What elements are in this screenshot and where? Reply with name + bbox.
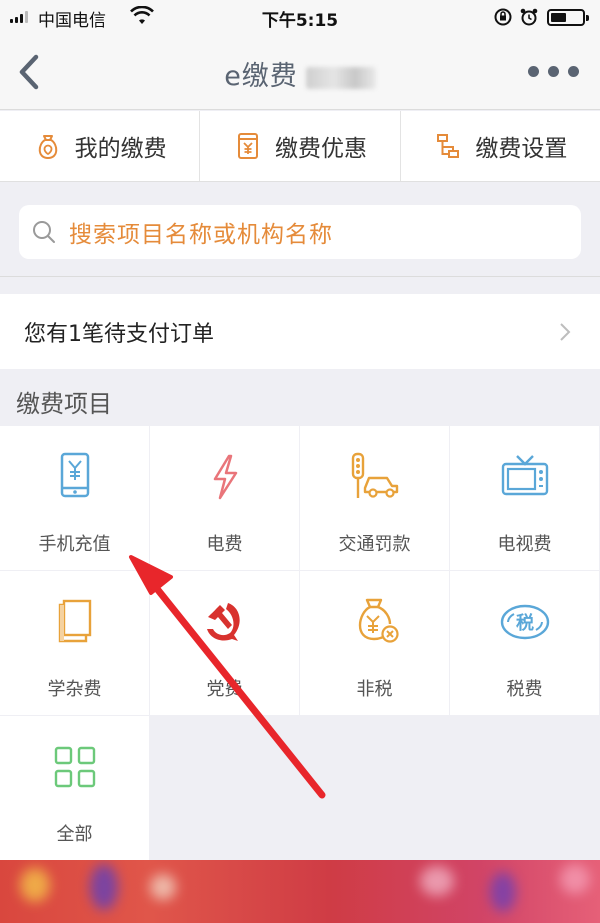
search-placeholder: 搜索项目名称或机构名称 <box>69 222 333 248</box>
phone-topup-icon <box>60 452 89 498</box>
grid-all-icon <box>54 746 95 788</box>
item-phone-topup[interactable]: 手机充值 <box>0 426 149 570</box>
rotation-lock-icon <box>494 8 512 26</box>
blurred-title-suffix <box>305 66 376 89</box>
item-label: 电视费 <box>497 534 552 555</box>
pending-order-row[interactable]: 您有1笔待支付订单 <box>0 294 600 369</box>
section-title: 缴费项目 <box>16 390 112 418</box>
coupon-icon <box>237 133 258 159</box>
item-tax[interactable]: 税 税费 <box>450 571 599 715</box>
payment-settings-tab[interactable]: 缴费设置 <box>401 111 600 181</box>
my-payments-label: 我的缴费 <box>74 136 167 162</box>
tax-icon: 税 <box>500 604 549 640</box>
item-label: 电费 <box>206 534 243 555</box>
payment-discounts-tab[interactable]: 缴费优惠 <box>200 111 401 181</box>
chevron-right-icon <box>560 323 571 341</box>
item-tv-fee[interactable]: 电视费 <box>450 426 599 570</box>
item-label: 交通罚款 <box>338 534 411 555</box>
payment-discounts-label: 缴费优惠 <box>274 136 367 162</box>
function-tabs: 我的缴费 缴费优惠 缴费设置 <box>0 111 600 182</box>
item-traffic-fine[interactable]: 交通罚款 <box>300 426 449 570</box>
money-bag-icon <box>358 598 399 643</box>
item-label: 学杂费 <box>47 679 102 700</box>
item-party-fee[interactable]: 党费 <box>150 571 299 715</box>
search-area: 搜索项目名称或机构名称 <box>0 183 600 277</box>
traffic-fine-icon <box>351 452 398 498</box>
lightning-icon <box>213 454 237 500</box>
alarm-icon <box>520 8 538 26</box>
item-label: 税费 <box>506 679 543 700</box>
page-title: e缴费 <box>0 54 600 93</box>
item-label: 手机充值 <box>38 534 111 555</box>
more-options-button[interactable] <box>528 66 579 77</box>
battery-icon <box>547 9 589 26</box>
page-title-text: e缴费 <box>224 61 298 92</box>
item-all[interactable]: 全部 <box>0 716 149 860</box>
search-icon <box>33 221 55 243</box>
payment-settings-label: 缴费设置 <box>475 136 568 162</box>
item-electricity[interactable]: 电费 <box>150 426 299 570</box>
pending-order-text: 您有1笔待支付订单 <box>24 321 214 347</box>
svg-text:税: 税 <box>516 612 534 634</box>
wallet-bag-icon <box>38 135 57 160</box>
nav-bar: e缴费 <box>0 34 600 110</box>
search-input[interactable]: 搜索项目名称或机构名称 <box>19 205 581 259</box>
empty-cell <box>150 716 299 860</box>
empty-cell <box>450 716 599 860</box>
item-non-tax[interactable]: 非税 <box>300 571 449 715</box>
item-label: 全部 <box>56 824 93 845</box>
item-label: 非税 <box>356 679 393 700</box>
settings-node-icon <box>437 134 460 158</box>
my-payments-tab[interactable]: 我的缴费 <box>0 111 201 181</box>
item-tuition[interactable]: 学杂费 <box>0 571 149 715</box>
books-icon <box>58 599 91 643</box>
payment-items-grid: 手机充值 电费 交通罚款 电视费 学杂费 党费 非税 税 税费 全部 <box>0 426 600 860</box>
empty-cell <box>300 716 449 860</box>
item-label: 党费 <box>206 679 243 700</box>
tv-icon <box>501 455 548 496</box>
promo-banner[interactable] <box>0 860 600 923</box>
party-emblem-icon <box>206 603 240 641</box>
status-bar: 中国电信 下午5:15 <box>0 0 600 34</box>
